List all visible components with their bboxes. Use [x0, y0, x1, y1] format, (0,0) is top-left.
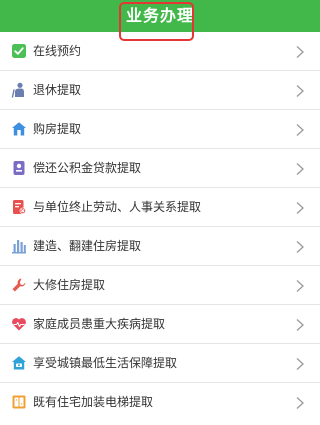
list-item-retirement[interactable]: 退休提取: [0, 71, 320, 110]
page-title: 业务办理: [125, 6, 194, 25]
list-item-employment-termination[interactable]: 与单位终止劳动、人事关系提取: [0, 188, 320, 227]
list-item-label: 享受城镇最低生活保障提取: [33, 356, 178, 370]
chevron-right-icon: [295, 162, 305, 176]
list-item-online-appointment[interactable]: 在线预约: [0, 32, 320, 71]
chevron-right-icon: [295, 84, 305, 98]
list-item-elevator-installation[interactable]: 既有住宅加装电梯提取: [0, 383, 320, 422]
list-item-minimum-living-allowance[interactable]: 享受城镇最低生活保障提取: [0, 344, 320, 383]
list-item-serious-illness[interactable]: 家庭成员患重大疾病提取: [0, 305, 320, 344]
house-subsidy-icon: [11, 355, 27, 371]
loan-repay-icon: [11, 160, 27, 176]
list-item-label: 购房提取: [33, 122, 82, 136]
chevron-right-icon: [295, 357, 305, 371]
chevron-right-icon: [295, 396, 305, 410]
list-item-label: 大修住房提取: [33, 278, 106, 292]
chevron-right-icon: [295, 279, 305, 293]
repair-icon: [11, 277, 27, 293]
list-item-label: 既有住宅加装电梯提取: [33, 395, 154, 409]
list-item-loan-repayment[interactable]: 偿还公积金贷款提取: [0, 149, 320, 188]
list-item-house-purchase[interactable]: 购房提取: [0, 110, 320, 149]
elevator-icon: [11, 394, 27, 410]
chevron-right-icon: [295, 45, 305, 59]
list-item-label: 退休提取: [33, 83, 82, 97]
contract-termination-icon: [11, 199, 27, 215]
list-item-label: 在线预约: [33, 44, 82, 58]
building-icon: [11, 238, 27, 254]
heart-pulse-icon: [11, 316, 27, 332]
list-item-label: 偿还公积金贷款提取: [33, 161, 142, 175]
house-icon: [11, 121, 27, 137]
service-list: 在线预约 退休提取 购房提取 偿还公积金贷款提取 与单位终止劳动、人事关系提取 …: [0, 32, 320, 422]
chevron-right-icon: [295, 123, 305, 137]
chevron-right-icon: [295, 318, 305, 332]
list-item-label: 与单位终止劳动、人事关系提取: [33, 200, 202, 214]
list-item-build-renovate[interactable]: 建造、翻建住房提取: [0, 227, 320, 266]
list-item-label: 建造、翻建住房提取: [33, 239, 142, 253]
header-bar: 业务办理: [0, 0, 320, 32]
list-item-major-repair[interactable]: 大修住房提取: [0, 266, 320, 305]
retiree-icon: [11, 82, 27, 98]
list-item-label: 家庭成员患重大疾病提取: [33, 317, 166, 331]
chevron-right-icon: [295, 201, 305, 215]
checkbox-icon: [11, 43, 27, 59]
chevron-right-icon: [295, 240, 305, 254]
